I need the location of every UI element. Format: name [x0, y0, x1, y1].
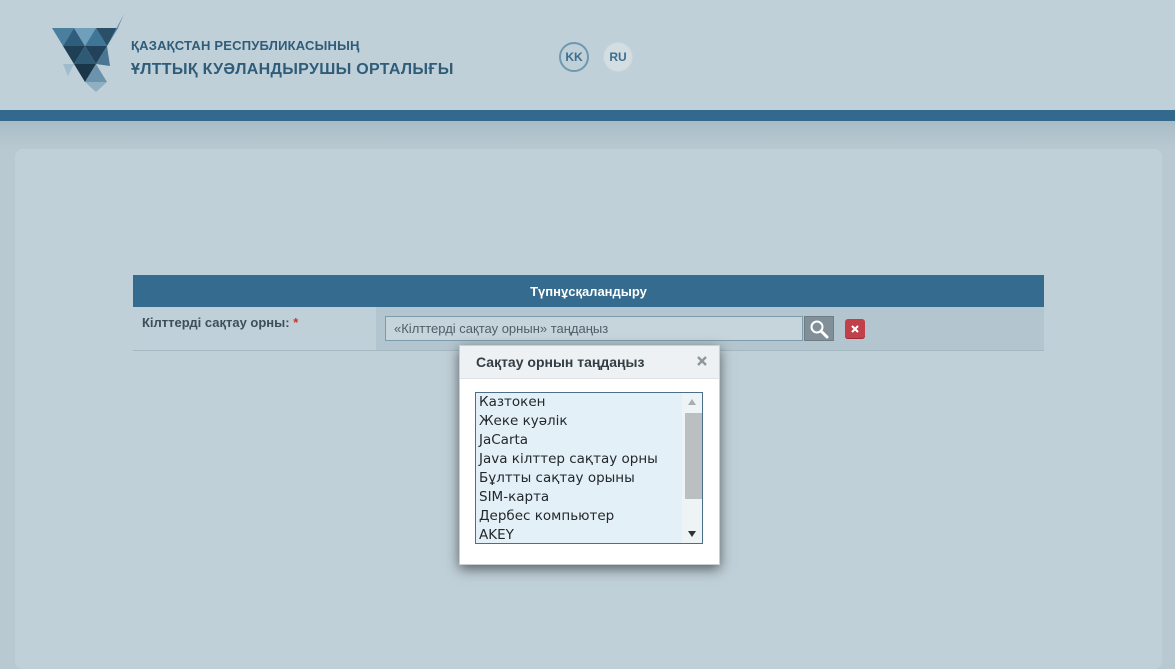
list-item[interactable]: Бұлтты сақтау орыны: [476, 469, 681, 488]
list-item[interactable]: AKEY: [476, 526, 681, 543]
required-mark: *: [293, 315, 299, 330]
list-item[interactable]: Дербес компьютер: [476, 507, 681, 526]
close-x-icon: [697, 356, 707, 366]
scroll-down-button[interactable]: [682, 525, 702, 543]
dialog-titlebar: Сақтау орнын таңдаңыз: [460, 346, 719, 379]
search-button[interactable]: [804, 316, 834, 341]
scroll-up-button[interactable]: [682, 393, 702, 411]
site-header: ҚАЗАҚСТАН РЕСПУБЛИКАСЫНЫҢ ҰЛТТЫҚ КУӘЛАНД…: [0, 0, 1175, 110]
key-store-listbox[interactable]: Казтокен Жеке куәлік JaCarta Java кілтте…: [475, 392, 703, 544]
arrow-down-icon: [688, 531, 696, 537]
clear-button[interactable]: [845, 319, 865, 339]
lang-button-ru[interactable]: RU: [603, 42, 633, 72]
list-item[interactable]: JaCarta: [476, 431, 681, 450]
dialog-title: Сақтау орнын таңдаңыз: [476, 354, 645, 370]
listbox-scrollbar[interactable]: [682, 393, 702, 543]
header-divider: [0, 110, 1175, 121]
magnifier-icon: [810, 320, 829, 338]
header-shadow: [0, 121, 1175, 149]
key-store-label: Кілттерді сақтау орны: *: [142, 315, 298, 330]
key-store-label-text: Кілттерді сақтау орны:: [142, 315, 290, 330]
org-name-line1: ҚАЗАҚСТАН РЕСПУБЛИКАСЫНЫҢ: [131, 38, 360, 53]
list-item[interactable]: Java кілттер сақтау орны: [476, 450, 681, 469]
lang-button-kk[interactable]: KK: [559, 42, 589, 72]
org-name-line2: ҰЛТТЫҚ КУӘЛАНДЫРУШЫ ОРТАЛЫҒЫ: [131, 61, 454, 78]
arrow-up-icon: [688, 399, 696, 405]
listbox-options: Казтокен Жеке куәлік JaCarta Java кілтте…: [476, 393, 681, 543]
dialog-close-button[interactable]: [694, 353, 710, 369]
close-x-icon: [851, 325, 859, 333]
key-store-input[interactable]: [385, 316, 803, 341]
triangle-logo-icon[interactable]: [52, 14, 124, 92]
scroll-thumb[interactable]: [685, 413, 702, 499]
list-item[interactable]: Жеке куәлік: [476, 412, 681, 431]
key-store-dialog: Сақтау орнын таңдаңыз Казтокен Жеке куәл…: [459, 345, 720, 565]
list-item[interactable]: SIM-карта: [476, 488, 681, 507]
form-title: Түпнұсқаландыру: [133, 275, 1044, 307]
list-item[interactable]: Казтокен: [476, 393, 681, 412]
